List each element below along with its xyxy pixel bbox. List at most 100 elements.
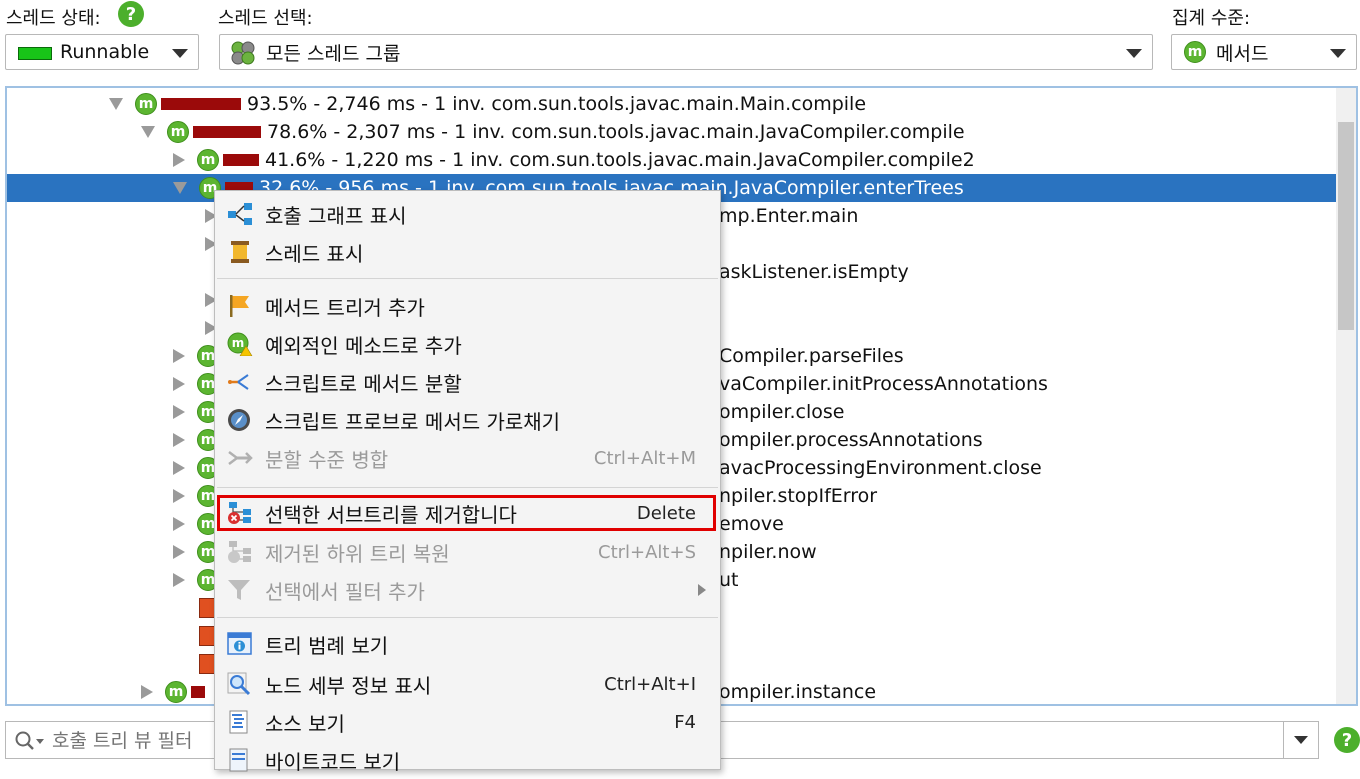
help-icon[interactable]: ? — [118, 1, 144, 27]
expand-toggle-icon[interactable] — [141, 126, 155, 138]
tree-row-label: avacProcessingEnvironment.close — [719, 457, 1042, 479]
menu-item-label: 선택에서 필터 추가 — [265, 579, 425, 604]
tree-row[interactable]: m 78.6% - 2,307 ms - 1 inv. com.sun.tool… — [7, 118, 1356, 146]
tree-row-label: ut — [719, 569, 739, 591]
menu-item-label: 소스 보기 — [265, 711, 345, 736]
compass-icon — [227, 408, 253, 432]
menu-item-add-filter-from-selection[interactable]: 선택에서 필터 추가 — [215, 571, 720, 609]
tree-row-label: askListener.isEmpty — [719, 261, 909, 283]
menu-item-label: 스크립트로 메서드 분할 — [265, 371, 462, 396]
expand-toggle-icon[interactable] — [173, 405, 185, 419]
bytecode-icon — [227, 748, 253, 772]
method-icon: m — [167, 121, 189, 143]
menu-item-show-node-details[interactable]: 노드 세부 정보 표시 Ctrl+Alt+I — [215, 665, 720, 703]
chevron-down-icon — [1126, 49, 1142, 58]
menu-item-label: 노드 세부 정보 표시 — [265, 673, 432, 698]
expand-toggle-icon[interactable] — [173, 545, 185, 559]
svg-text:m: m — [232, 336, 245, 350]
menu-item-label: 트리 범례 보기 — [265, 633, 389, 658]
context-menu[interactable]: 호출 그래프 표시 스레드 표시 메서드 트리거 추가 m 예외적인 메소드로 … — [214, 190, 721, 774]
submenu-arrow-icon — [698, 584, 706, 596]
expand-toggle-icon[interactable] — [173, 153, 185, 167]
restore-subtree-icon — [227, 540, 253, 564]
menu-item-intercept-method-with-script-probe[interactable]: 스크립트 프로브로 메서드 가로채기 — [215, 401, 720, 439]
chevron-down-icon — [172, 49, 188, 58]
tree-row-label: ompiler.close — [719, 401, 845, 423]
chevron-down-icon — [1294, 736, 1308, 744]
menu-item-shortcut: Ctrl+Alt+M — [593, 447, 696, 469]
menu-item-label: 스레드 표시 — [265, 241, 364, 266]
tree-row-label: npiler.stopIfError — [719, 485, 878, 507]
filter-funnel-icon — [227, 578, 253, 602]
menu-item-label: 스크립트 프로브로 메서드 가로채기 — [265, 409, 561, 434]
thread-state-value: Runnable — [60, 41, 150, 63]
tree-row-label: 93.5% - 2,746 ms - 1 inv. com.sun.tools.… — [247, 93, 867, 115]
thread-spool-icon — [227, 240, 253, 264]
menu-item-split-method-by-script[interactable]: 스크립트로 메서드 분할 — [215, 363, 720, 401]
thread-select-label: 스레드 선택: — [218, 8, 313, 29]
aggregation-value: 메서드 — [1216, 42, 1269, 65]
expand-toggle-icon[interactable] — [173, 433, 185, 447]
percentage-bar — [161, 98, 241, 110]
tree-row-label: npiler.now — [719, 541, 817, 563]
highlight-annotation-box — [217, 495, 716, 531]
tree-row-label: 78.6% - 2,307 ms - 1 inv. com.sun.tools.… — [267, 121, 965, 143]
menu-separator — [217, 487, 718, 488]
method-icon: m — [135, 93, 157, 115]
tree-row[interactable]: m 93.5% - 2,746 ms - 1 inv. com.sun.tool… — [7, 90, 1356, 118]
tree-row-label: emove — [719, 513, 784, 535]
expand-toggle-icon[interactable] — [173, 461, 185, 475]
menu-item-shortcut: F4 — [674, 711, 696, 733]
menu-item-show-bytecode[interactable]: 바이트코드 보기 — [215, 741, 720, 779]
expand-toggle-icon[interactable] — [173, 377, 185, 391]
expand-toggle-icon[interactable] — [173, 182, 187, 194]
percentage-bar — [223, 154, 259, 166]
expand-toggle-icon[interactable] — [173, 517, 185, 531]
menu-item-label: 분할 수준 병합 — [265, 447, 389, 472]
menu-item-show-tree-legend[interactable]: 트리 범례 보기 — [215, 625, 720, 663]
expand-toggle-icon[interactable] — [173, 489, 185, 503]
help-icon[interactable]: ? — [1334, 727, 1360, 753]
menu-separator — [217, 278, 718, 279]
menu-item-show-source[interactable]: 소스 보기 F4 — [215, 703, 720, 741]
info-window-icon — [227, 632, 253, 656]
tree-row-label: mp.Enter.main — [719, 205, 859, 227]
aggregation-dropdown[interactable]: m 메서드 — [1171, 34, 1357, 70]
tree-row-label: ompiler.processAnnotations — [719, 429, 983, 451]
expand-toggle-icon[interactable] — [173, 573, 185, 587]
menu-item-show-call-graph[interactable]: 호출 그래프 표시 — [215, 195, 720, 233]
runnable-state-icon — [18, 47, 52, 60]
percentage-bar — [191, 686, 205, 698]
scrollbar-thumb[interactable] — [1338, 122, 1354, 330]
expand-toggle-icon[interactable] — [173, 349, 185, 363]
merge-icon — [227, 446, 253, 470]
magnifier-icon — [227, 672, 253, 696]
thread-select-dropdown[interactable]: 모든 스레드 그룹 — [219, 34, 1153, 70]
tree-row[interactable]: m 41.6% - 1,220 ms - 1 inv. com.sun.tool… — [7, 146, 1356, 174]
thread-state-dropdown[interactable]: Runnable — [5, 34, 199, 70]
menu-item-label: 제거된 하위 트리 복원 — [265, 541, 450, 566]
thread-select-value: 모든 스레드 그룹 — [266, 42, 401, 65]
menu-item-merge-split-levels[interactable]: 분할 수준 병합 Ctrl+Alt+M — [215, 439, 720, 477]
expand-toggle-icon[interactable] — [141, 685, 153, 699]
menu-item-shortcut: Ctrl+Alt+S — [598, 541, 696, 563]
menu-item-label: 예외적인 메소드로 추가 — [265, 333, 462, 358]
filter-dropdown-button[interactable] — [1283, 722, 1318, 758]
menu-separator — [217, 617, 718, 618]
call-graph-icon — [227, 202, 253, 226]
search-options-chevron-icon[interactable] — [36, 739, 44, 744]
source-code-icon — [227, 710, 253, 734]
tree-row-label: 41.6% - 1,220 ms - 1 inv. com.sun.tools.… — [265, 149, 975, 171]
menu-item-add-method-trigger[interactable]: 메서드 트리거 추가 — [215, 287, 720, 325]
menu-item-restore-removed-subtrees[interactable]: 제거된 하위 트리 복원 Ctrl+Alt+S — [215, 533, 720, 571]
tree-row-label: ompiler.instance — [719, 681, 877, 703]
tree-row-label: vaCompiler.initProcessAnnotations — [719, 373, 1048, 395]
menu-item-show-threads[interactable]: 스레드 표시 — [215, 233, 720, 271]
menu-item-add-exceptional-method[interactable]: m 예외적인 메소드로 추가 — [215, 325, 720, 363]
split-icon — [227, 370, 253, 394]
menu-item-label: 바이트코드 보기 — [265, 749, 401, 774]
menu-item-label: 메서드 트리거 추가 — [265, 295, 425, 320]
vertical-scrollbar[interactable] — [1336, 88, 1356, 704]
tree-row-label: Compiler.parseFiles — [719, 345, 904, 367]
expand-toggle-icon[interactable] — [109, 98, 123, 110]
